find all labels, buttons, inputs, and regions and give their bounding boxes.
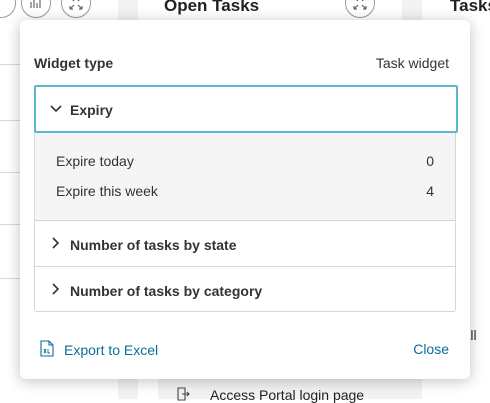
- list-item[interactable]: Access Portal login page: [158, 378, 418, 403]
- accordion-header-label: Number of tasks by state: [70, 237, 237, 253]
- chart-view-button[interactable]: [21, 0, 51, 18]
- chevron-right-icon: [52, 283, 60, 295]
- expand-icon: [69, 0, 83, 10]
- row-value: 0: [426, 153, 434, 169]
- chevron-right-icon: [52, 237, 60, 249]
- bar-chart-icon: [30, 0, 41, 8]
- export-label: Export to Excel: [64, 342, 159, 358]
- row-value: 4: [426, 183, 434, 199]
- expand-icon: [353, 0, 367, 10]
- accordion-header-expiry[interactable]: Expiry: [34, 85, 458, 133]
- row-label: Expire today: [56, 153, 134, 169]
- accordion-header-label: Number of tasks by category: [70, 283, 263, 299]
- more-button[interactable]: [0, 0, 16, 18]
- panel-title: Open Tasks: [164, 0, 260, 15]
- widget-type-value: Task widget: [375, 55, 449, 71]
- list-item-label: Access Portal login page: [210, 387, 365, 403]
- list-item: Expire today 0: [56, 153, 434, 169]
- widget-type-label: Widget type: [34, 55, 114, 71]
- widget-details-dialog: Widget type Task widget Expiry Expire to…: [20, 20, 470, 379]
- expand-button[interactable]: [61, 0, 91, 18]
- list-item: Expire this week 4: [56, 183, 434, 199]
- row-label: Expire this week: [56, 183, 158, 199]
- accordion-header-tasks-by-state[interactable]: Number of tasks by state: [35, 221, 455, 267]
- chevron-down-icon: [50, 105, 62, 113]
- excel-file-icon: [40, 340, 54, 357]
- expand-button[interactable]: [345, 0, 375, 18]
- accordion-panel-expiry: Expire today 0 Expire this week 4: [35, 133, 455, 221]
- accordion-header-tasks-by-category[interactable]: Number of tasks by category: [35, 267, 455, 311]
- close-button[interactable]: Close: [413, 341, 449, 357]
- accordion: Expiry Expire today 0 Expire this week 4…: [34, 85, 458, 312]
- accordion-header-label: Expiry: [70, 102, 113, 118]
- panel-title: Tasks: [450, 0, 490, 15]
